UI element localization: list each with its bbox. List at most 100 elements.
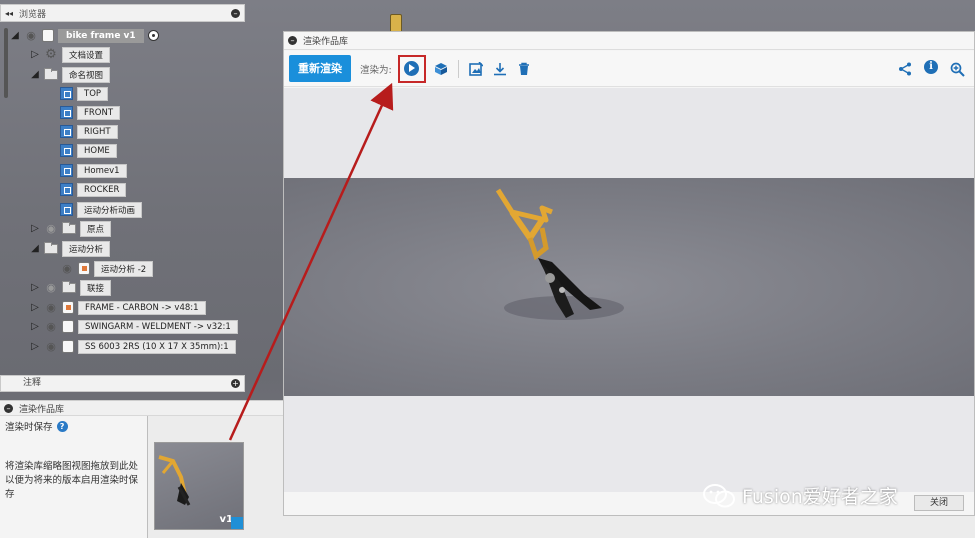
render-turntable-icon[interactable] (432, 60, 450, 78)
tree-item-view-front[interactable]: FRONT (60, 104, 121, 121)
hidden-eye-icon[interactable]: ◉ (44, 222, 58, 235)
tree-item-motion-animation[interactable]: 运动分析动画 (60, 201, 143, 218)
tree-item-label: FRONT (77, 105, 121, 120)
collapsed-triangle-icon[interactable]: ▷ (30, 302, 40, 314)
collapsed-triangle-icon[interactable]: ▷ (30, 223, 40, 235)
collapsed-triangle-icon[interactable]: ▷ (30, 49, 40, 61)
tree-item-label: 运动分析动画 (77, 201, 143, 218)
notes-title: 注释 (23, 378, 42, 388)
gallery-panel-title: 渲染作品库 (19, 404, 65, 415)
tree-item-view-right[interactable]: RIGHT (60, 123, 118, 140)
gear-icon: ⚙ (45, 46, 57, 62)
collapsed-triangle-icon[interactable]: ▷ (30, 341, 40, 353)
zoom-in-icon[interactable] (948, 60, 966, 78)
toolbar-divider (457, 59, 459, 78)
tree-item-joints[interactable]: ▷ ◉ 联接 (30, 279, 112, 296)
wechat-logo-icon (703, 483, 735, 507)
collapse-panel-icon[interactable]: – (231, 9, 240, 18)
notes-header[interactable]: 注释 + (0, 375, 245, 392)
collapse-panel-icon[interactable]: – (4, 403, 13, 413)
render-as-label: 渲染为: (360, 64, 392, 76)
tree-item-named-views[interactable]: ◢ 命名视图 (30, 66, 111, 83)
delete-trash-icon[interactable] (515, 60, 533, 78)
component-icon (62, 320, 74, 333)
download-icon[interactable] (491, 60, 509, 78)
save-on-render-row: 渲染时保存 ? (5, 419, 68, 433)
folder-icon (44, 67, 58, 80)
named-view-icon (60, 164, 73, 177)
folder-icon (62, 221, 76, 234)
component-icon (62, 340, 74, 353)
visibility-eye-icon[interactable]: ◉ (44, 320, 58, 333)
tree-item-motion-study[interactable]: ◢ 运动分析 (30, 240, 111, 257)
collapse-icon[interactable]: ◂◂ (5, 9, 13, 18)
expanded-triangle-icon[interactable]: ◢ (30, 69, 40, 81)
tree-item-motion-study-2[interactable]: ◉ 运动分析 -2 (60, 260, 154, 277)
bike-frame-render (495, 188, 624, 320)
visibility-eye-icon[interactable]: ◉ (60, 262, 74, 275)
gallery-drop-zone[interactable]: 渲染时保存 ? 将渲染库缩略图视图拖放到此处以便为将来的版本启用渲染时保存 (0, 416, 148, 538)
tree-item-label: 原点 (80, 220, 112, 237)
dialog-title: 渲染作品库 (303, 37, 349, 47)
tree-item-label: 运动分析 (62, 240, 111, 257)
folder-icon (62, 280, 76, 293)
collapsed-triangle-icon[interactable]: ▷ (30, 321, 40, 333)
rerender-button[interactable]: 重新渲染 (289, 55, 351, 82)
named-view-icon (60, 125, 73, 138)
expanded-triangle-icon[interactable]: ◢ (10, 30, 20, 42)
root-component-label[interactable]: bike frame v1 (58, 28, 144, 43)
hidden-eye-icon[interactable]: ◉ (44, 281, 58, 294)
tree-item-swingarm-weldment[interactable]: ▷ ◉ SWINGARM - WELDMENT -> v32:1 (30, 318, 238, 335)
tree-item-frame-carbon[interactable]: ▷ ◉ FRAME - CARBON -> v48:1 (30, 299, 206, 316)
named-view-icon (60, 183, 73, 196)
toolbar-right-group: i (896, 60, 966, 78)
tree-item-bearing[interactable]: ▷ ◉ SS 6003 2RS (10 X 17 X 35mm):1 (30, 338, 236, 355)
save-on-render-label: 渲染时保存 (5, 422, 53, 433)
tree-root[interactable]: ◢ ◉ bike frame v1 (10, 27, 159, 44)
tree-item-view-home[interactable]: HOME (60, 142, 117, 159)
edit-image-icon[interactable] (467, 60, 485, 78)
play-icon (404, 61, 420, 76)
share-icon[interactable] (896, 60, 914, 78)
dialog-title-bar[interactable]: – 渲染作品库 (284, 32, 974, 50)
tree-item-label: 文档设置 (62, 46, 111, 63)
tree-item-view-rocker[interactable]: ROCKER (60, 181, 127, 198)
browser-title: 浏览器 (19, 9, 47, 20)
tree-item-label: TOP (77, 86, 109, 101)
named-view-icon (60, 203, 73, 216)
tree-item-label: Homev1 (77, 163, 127, 178)
tree-item-label: HOME (77, 143, 117, 158)
watermark-text: Fusion爱好者之家 (742, 486, 898, 508)
expand-panel-icon[interactable]: + (231, 379, 240, 388)
collapsed-triangle-icon[interactable]: ▷ (30, 282, 40, 294)
folder-icon (44, 241, 58, 254)
tree-item-origin[interactable]: ▷ ◉ 原点 (30, 220, 112, 237)
render-preview-image[interactable] (284, 178, 974, 396)
browser-header[interactable]: ◂◂ 浏览器 – (0, 4, 245, 22)
dialog-toolbar: 重新渲染 渲染为: i (284, 51, 974, 87)
activate-radio-icon[interactable] (147, 30, 159, 41)
tree-item-label: FRAME - CARBON -> v48:1 (78, 300, 206, 315)
collapse-dialog-icon[interactable]: – (288, 36, 297, 45)
highlighted-play-button[interactable] (397, 54, 426, 83)
visibility-eye-icon[interactable]: ◉ (44, 301, 58, 314)
tree-item-document-settings[interactable]: ▷ ⚙ 文档设置 (30, 46, 111, 63)
named-view-icon (60, 87, 73, 100)
visibility-eye-icon[interactable]: ◉ (24, 29, 38, 42)
help-icon[interactable]: ? (56, 420, 68, 432)
browser-scrollbar[interactable] (4, 28, 8, 98)
expanded-triangle-icon[interactable]: ◢ (30, 243, 40, 255)
visibility-eye-icon[interactable]: ◉ (44, 340, 58, 353)
tree-item-view-homev1[interactable]: Homev1 (60, 162, 127, 179)
preview-canvas-top (284, 88, 974, 178)
info-icon[interactable]: i (924, 60, 938, 74)
tree-item-label: RIGHT (77, 124, 118, 139)
tree-item-view-top[interactable]: TOP (60, 85, 109, 102)
component-icon (42, 29, 54, 42)
tree-item-label: 联接 (80, 279, 112, 296)
motion-study-icon (78, 262, 90, 275)
render-thumbnail[interactable]: v1 (154, 442, 244, 530)
tree-item-label: 运动分析 -2 (94, 260, 154, 277)
close-button[interactable]: 关闭 (914, 495, 964, 511)
viewport-object (390, 14, 402, 32)
